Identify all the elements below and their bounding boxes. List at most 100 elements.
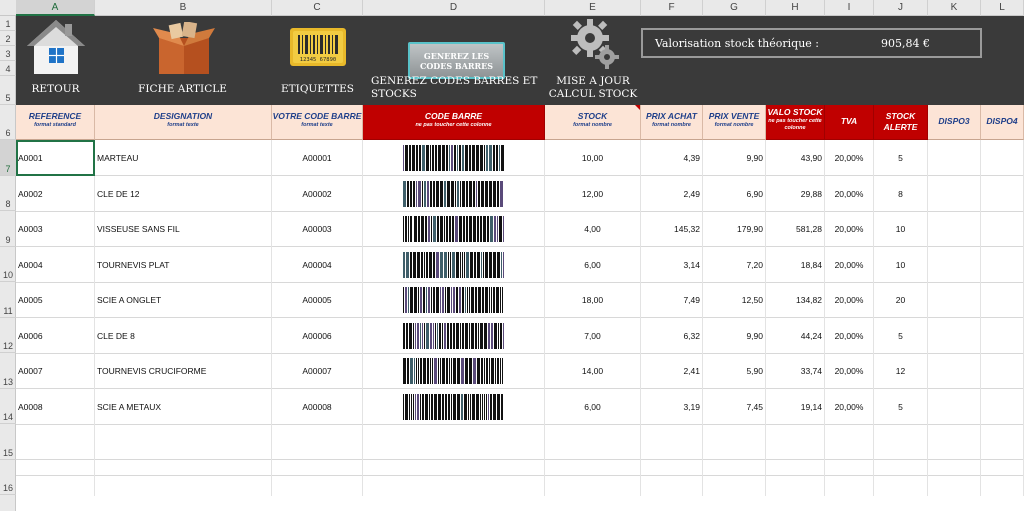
- cell-prix-achat[interactable]: 6,32: [641, 318, 703, 354]
- column-header-a[interactable]: A: [16, 0, 95, 16]
- cell-stock[interactable]: 6,00: [545, 247, 641, 283]
- cell-dispo3[interactable]: [928, 140, 981, 176]
- cell-reference[interactable]: A0007: [16, 353, 95, 389]
- cell-designation[interactable]: SCIE A METAUX: [95, 389, 272, 425]
- column-header-d[interactable]: D: [363, 0, 545, 16]
- cell-dispo4[interactable]: [981, 176, 1024, 212]
- retour-button[interactable]: RETOUR: [16, 16, 95, 105]
- column-header-l[interactable]: L: [981, 0, 1024, 16]
- cell-dispo3[interactable]: [928, 176, 981, 212]
- cell-dispo3[interactable]: [928, 389, 981, 425]
- cell-stock[interactable]: 4,00: [545, 211, 641, 247]
- cell-stock-alerte[interactable]: 5: [874, 389, 928, 425]
- header-stock[interactable]: STOCK format nombre: [545, 105, 641, 140]
- cell-dispo4[interactable]: [981, 211, 1024, 247]
- cell-designation[interactable]: TOURNEVIS PLAT: [95, 247, 272, 283]
- cell-tva[interactable]: 20,00%: [825, 318, 874, 354]
- cell-dispo4[interactable]: [981, 353, 1024, 389]
- cell-code[interactable]: [272, 424, 363, 460]
- cell-valo-stock[interactable]: 44,24: [766, 318, 825, 354]
- row-header-13[interactable]: 13: [0, 353, 16, 389]
- header-valo-stock[interactable]: VALO STOCK ne pas toucher cette colonne: [766, 105, 825, 140]
- cell-stock-alerte[interactable]: 12: [874, 353, 928, 389]
- cell-reference[interactable]: [16, 424, 95, 460]
- cell-dispo3[interactable]: [928, 353, 981, 389]
- cell-barcode[interactable]: [363, 140, 545, 176]
- cell-stock-alerte[interactable]: 20: [874, 282, 928, 318]
- column-header-f[interactable]: F: [641, 0, 703, 16]
- cell-reference[interactable]: [16, 460, 95, 496]
- cell-designation[interactable]: TOURNEVIS CRUCIFORME: [95, 353, 272, 389]
- column-header-b[interactable]: B: [95, 0, 272, 16]
- row-header-10[interactable]: 10: [0, 247, 16, 282]
- cell-reference[interactable]: A0008: [16, 389, 95, 425]
- generate-barcodes-button[interactable]: GENEREZ LES CODES BARRES: [408, 42, 505, 79]
- cell-prix-vente[interactable]: [703, 460, 766, 496]
- cell-valo-stock[interactable]: 134,82: [766, 282, 825, 318]
- cell-tva[interactable]: [825, 460, 874, 496]
- cell-valo-stock[interactable]: 43,90: [766, 140, 825, 176]
- cell-prix-achat[interactable]: [641, 460, 703, 496]
- column-header-e[interactable]: E: [545, 0, 641, 16]
- row-header-7[interactable]: 7: [0, 140, 16, 176]
- cell-code[interactable]: A00004: [272, 247, 363, 283]
- row-header-1[interactable]: 1: [0, 16, 16, 31]
- cell-prix-vente[interactable]: 6,90: [703, 176, 766, 212]
- cell-prix-vente[interactable]: 9,90: [703, 318, 766, 354]
- cell-valo-stock[interactable]: 33,74: [766, 353, 825, 389]
- cell-designation[interactable]: CLE DE 8: [95, 318, 272, 354]
- cell-stock-alerte[interactable]: 5: [874, 318, 928, 354]
- cell-reference[interactable]: A0004: [16, 247, 95, 283]
- cell-stock[interactable]: [545, 424, 641, 460]
- cell-code[interactable]: A00001: [272, 140, 363, 176]
- cell-prix-achat[interactable]: 2,49: [641, 176, 703, 212]
- cell-stock-alerte[interactable]: 10: [874, 211, 928, 247]
- header-prix-achat[interactable]: PRIX ACHAT format nombre: [641, 105, 703, 140]
- cell-prix-achat[interactable]: 4,39: [641, 140, 703, 176]
- cell-tva[interactable]: 20,00%: [825, 282, 874, 318]
- cell-code[interactable]: A00008: [272, 389, 363, 425]
- cell-designation[interactable]: CLE DE 12: [95, 176, 272, 212]
- column-header-h[interactable]: H: [766, 0, 825, 16]
- column-header-c[interactable]: C: [272, 0, 363, 16]
- cell-stock[interactable]: [545, 460, 641, 496]
- cell-prix-vente[interactable]: 179,90: [703, 211, 766, 247]
- row-header-11[interactable]: 11: [0, 282, 16, 318]
- cell-dispo4[interactable]: [981, 424, 1024, 460]
- cell-prix-achat[interactable]: [641, 424, 703, 460]
- cell-tva[interactable]: 20,00%: [825, 389, 874, 425]
- cell-code[interactable]: A00003: [272, 211, 363, 247]
- cell-reference[interactable]: A0005: [16, 282, 95, 318]
- cell-prix-achat[interactable]: 7,49: [641, 282, 703, 318]
- cell-dispo4[interactable]: [981, 460, 1024, 496]
- cell-tva[interactable]: 20,00%: [825, 140, 874, 176]
- header-dispo4[interactable]: DISPO4: [981, 105, 1024, 140]
- cell-prix-vente[interactable]: 7,20: [703, 247, 766, 283]
- cell-valo-stock[interactable]: 581,28: [766, 211, 825, 247]
- cell-designation[interactable]: [95, 424, 272, 460]
- cell-reference[interactable]: A0002: [16, 176, 95, 212]
- row-header-4[interactable]: 4: [0, 61, 16, 76]
- cell-stock-alerte[interactable]: [874, 460, 928, 496]
- cell-dispo4[interactable]: [981, 389, 1024, 425]
- cell-stock[interactable]: 6,00: [545, 389, 641, 425]
- cell-barcode[interactable]: [363, 282, 545, 318]
- cell-dispo4[interactable]: [981, 140, 1024, 176]
- cell-dispo3[interactable]: [928, 424, 981, 460]
- cell-dispo3[interactable]: [928, 211, 981, 247]
- cell-dispo3[interactable]: [928, 318, 981, 354]
- cell-barcode[interactable]: [363, 353, 545, 389]
- row-header-3[interactable]: 3: [0, 46, 16, 61]
- header-dispo3[interactable]: DISPO3: [928, 105, 981, 140]
- cell-tva[interactable]: 20,00%: [825, 353, 874, 389]
- cell-stock[interactable]: 10,00: [545, 140, 641, 176]
- cell-barcode[interactable]: [363, 460, 545, 496]
- column-header-g[interactable]: G: [703, 0, 766, 16]
- header-tva[interactable]: TVA: [825, 105, 874, 140]
- column-header-i[interactable]: I: [825, 0, 874, 16]
- cell-valo-stock[interactable]: [766, 460, 825, 496]
- row-header-16[interactable]: 16: [0, 460, 16, 495]
- cell-valo-stock[interactable]: 18,84: [766, 247, 825, 283]
- cell-prix-achat[interactable]: 3,19: [641, 389, 703, 425]
- cell-stock[interactable]: 14,00: [545, 353, 641, 389]
